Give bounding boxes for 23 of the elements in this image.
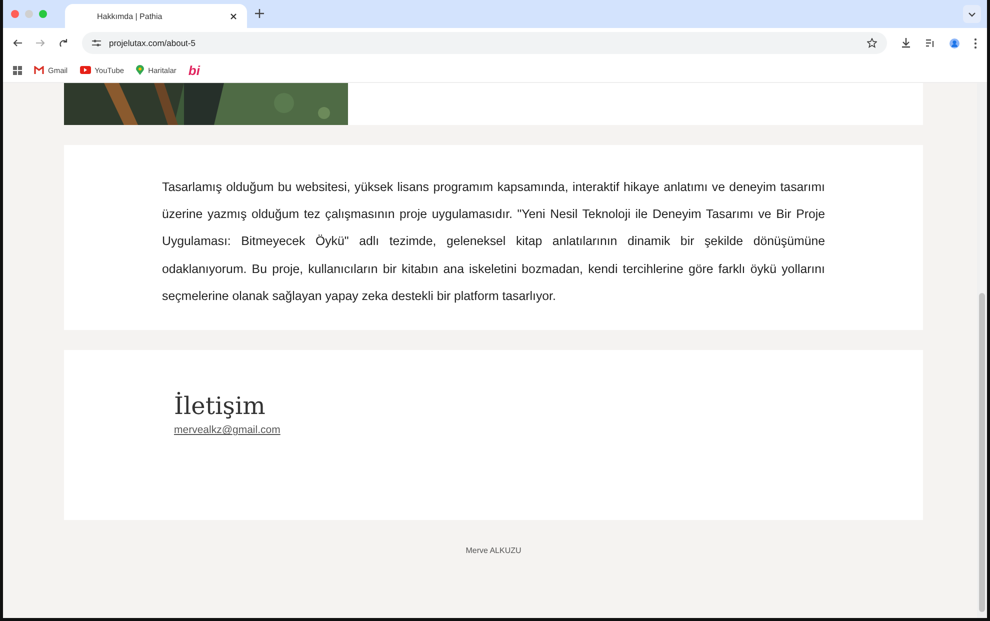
apps-icon[interactable] (13, 66, 22, 74)
map-pin-icon (136, 65, 144, 75)
star-icon[interactable] (867, 38, 877, 48)
bookmark-logo[interactable]: bi (188, 62, 200, 78)
footer-text: Merve ALKUZU (466, 546, 522, 556)
address-bar[interactable]: projelutax.com/about-5 (82, 32, 887, 54)
gmail-icon (34, 66, 44, 74)
profile-icon[interactable] (949, 38, 960, 48)
browser-tab[interactable]: Hakkımda | Pathia (65, 4, 247, 28)
email-link[interactable]: mervealkz@gmail.com (174, 424, 280, 436)
about-paragraph: Tasarlamış olduğum bu websitesi, yüksek lisans programım kapsamında, interaktif hikaye anlatımı ve deneyim tasarımı üzerine yazmış olduğum tez çalışmasının proje uygulamasıdır. "Yeni Nesil Teknoloji ile Deneyim Tasarımı ve Bir Proje Uygulaması: Bitmeyecek Öykü" adlı tezimde, geleneksel kitap anlatılarının dinamik bir şekilde dönüşümüne odaklanıyorum. Bu proje, kullanıcıların bir kitabın ana iskeletini bozmadan, kendi tercihlerine göre farklı öykü yollarını seçmelerine olanak sağlayan yapay zeka destekli bir platform tasarlıyor. (162, 179, 825, 305)
play-icon (80, 66, 91, 74)
download-icon[interactable] (901, 38, 911, 48)
site-settings-icon[interactable] (92, 39, 101, 47)
new-tab-icon[interactable] (255, 9, 264, 18)
tab-list-button[interactable] (963, 5, 981, 23)
scrollbar-thumb[interactable] (979, 293, 985, 612)
back-icon[interactable] (13, 39, 22, 47)
close-icon[interactable] (230, 12, 237, 20)
chevron-down-icon (968, 12, 976, 16)
contact-heading: İletişim (174, 392, 266, 420)
menu-icon[interactable] (974, 38, 977, 48)
reload-icon[interactable] (59, 38, 68, 48)
